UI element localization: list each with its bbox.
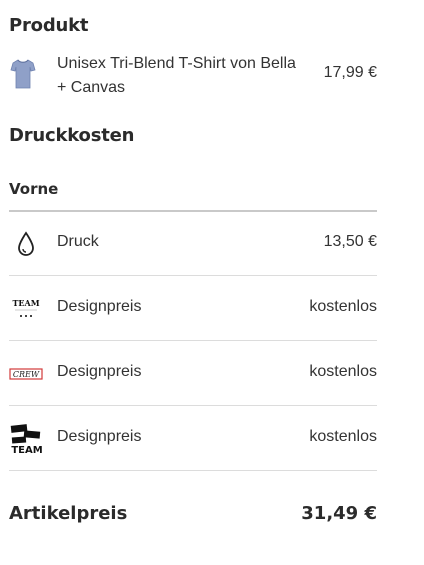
total-price: 31,49 € (301, 503, 377, 524)
divider (9, 275, 377, 276)
divider (9, 470, 377, 471)
cost-row-design: TEAM Designpreis kostenlos (9, 277, 377, 341)
svg-text:CREW: CREW (13, 370, 40, 379)
section-heading-product: Produkt (9, 15, 89, 36)
svg-text:TEAM: TEAM (12, 298, 39, 308)
cost-label: Designpreis (57, 428, 142, 445)
cost-row-design: TEAM Designpreis kostenlos (9, 407, 377, 471)
svg-text:TEAM: TEAM (11, 445, 42, 455)
total-label: Artikelpreis (9, 503, 128, 524)
cost-value: kostenlos (309, 428, 377, 445)
product-name: Unisex Tri-Blend T-Shirt von Bella + Can… (57, 55, 296, 96)
cost-label: Designpreis (57, 363, 142, 380)
print-side-label: Vorne (9, 180, 59, 198)
cost-label: Designpreis (57, 298, 142, 315)
cost-value: kostenlos (309, 363, 377, 380)
team-logo-icon: TEAM (9, 293, 43, 325)
cost-value: 13,50 € (323, 233, 377, 250)
product-price: 17,99 € (323, 64, 377, 81)
work-team-logo-icon: TEAM (9, 423, 43, 455)
item-total: Artikelpreis 31,49 € (9, 503, 377, 524)
tshirt-thumbnail (10, 58, 36, 90)
product-row: Unisex Tri-Blend T-Shirt von Bella + Can… (9, 52, 377, 100)
cost-value: kostenlos (309, 298, 377, 315)
cost-row-print: Druck 13,50 € (9, 212, 377, 276)
divider (9, 405, 377, 406)
divider (9, 340, 377, 341)
section-heading-print-costs: Druckkosten (9, 125, 135, 146)
droplet-icon (9, 228, 43, 260)
cost-label: Druck (57, 233, 99, 250)
crew-logo-icon: CREW (9, 358, 43, 390)
cost-row-design: CREW Designpreis kostenlos (9, 342, 377, 406)
